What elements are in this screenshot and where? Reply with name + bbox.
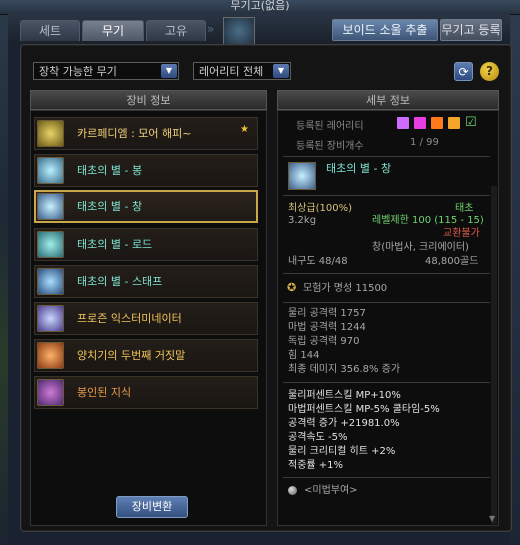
scroll-down-arrow-icon[interactable]: ▼	[489, 514, 495, 523]
item-name: 봉인된 지식	[77, 386, 132, 399]
option-line: 마법퍼센트스킬 MP-5% 쿨타임-5%	[288, 404, 440, 415]
double-arrow-icon: »	[207, 22, 215, 36]
registered-count-label: 등록된 장비개수	[296, 141, 364, 152]
chevron-down-icon: ▼	[273, 64, 289, 78]
divider	[283, 273, 490, 274]
armory-register-button[interactable]: 무기고 등록	[440, 19, 502, 41]
registered-rarity-label: 등록된 레어리티	[296, 121, 364, 132]
item-class: 창(마법사, 크리에이터)	[372, 242, 469, 253]
rod-icon	[37, 231, 64, 258]
frozen-weapon-icon	[37, 305, 64, 332]
stat-line: 독립 공격력 970	[288, 336, 360, 347]
level-limit: 레벨제한 100 (115 - 15)	[372, 215, 484, 226]
item-grade: 최상급(100%)	[288, 203, 352, 214]
list-item[interactable]: 태초의 별 - 스태프	[34, 265, 258, 298]
adventurer-fame: 모험가 명성 11500	[303, 283, 388, 294]
list-item[interactable]: 봉인된 지식	[34, 376, 258, 409]
fame-icon: ✪	[287, 281, 297, 294]
tab-unique[interactable]: 고유	[146, 20, 206, 41]
option-line: 물리퍼센트스킬 MP+10%	[288, 390, 401, 401]
price: 48,800골드	[425, 256, 479, 267]
void-soul-extract-button[interactable]: 보이드 소울 추출	[332, 19, 438, 41]
item-name: 양치기의 두번째 거짓말	[77, 349, 186, 362]
stat-line: 힘 144	[288, 350, 320, 361]
item-name: 프로즌 익스터미네이터	[77, 312, 182, 325]
star-icon: ★	[240, 124, 249, 135]
sword-icon	[37, 120, 64, 147]
option-line: 공격력 증가 +21981.0%	[288, 418, 400, 429]
item-name: 태초의 별 - 봉	[77, 164, 143, 177]
stat-line: 최종 데미지 356.8% 증가	[288, 364, 401, 375]
detail-scrollbar[interactable]	[491, 186, 497, 524]
divider	[283, 195, 490, 196]
option-line: 공격속도 -5%	[288, 432, 348, 443]
rarity-filter-dropdown[interactable]: 레어리티 전체 ▼	[193, 62, 291, 80]
item-name: 태초의 별 - 스태프	[77, 275, 163, 288]
enchant-slot: <미법부여>	[304, 485, 358, 496]
rarity-swatch	[431, 117, 443, 129]
spear-icon	[37, 193, 64, 220]
rarity-filter-value: 레어리티 전체	[199, 65, 264, 78]
staff-icon	[37, 268, 64, 295]
rarity-swatch	[414, 117, 426, 129]
item-name: 태초의 별 - 로드	[77, 238, 153, 251]
equip-filter-dropdown[interactable]: 장착 가능한 무기 ▼	[33, 62, 179, 80]
weapon-slot-icon[interactable]	[223, 17, 255, 45]
list-item-selected[interactable]: 태초의 별 - 창	[34, 190, 258, 223]
option-line: 적중률 +1%	[288, 460, 344, 471]
refresh-button[interactable]: ⟳	[454, 62, 473, 81]
window-title: 무기고(없음)	[230, 0, 290, 12]
item-name: 태초의 별 - 창	[77, 200, 143, 213]
equipment-info-header: 장비 정보	[30, 90, 267, 110]
rarity-swatch	[448, 117, 460, 129]
chevron-down-icon: ▼	[161, 64, 177, 78]
list-item[interactable]: 태초의 별 - 봉	[34, 154, 258, 187]
equip-filter-value: 장착 가능한 무기	[39, 65, 117, 78]
tab-set[interactable]: 세트	[20, 20, 80, 41]
option-line: 물리 크리티컬 히트 +2%	[288, 446, 396, 457]
help-button[interactable]: ?	[480, 62, 499, 81]
rarity-swatch	[397, 117, 409, 129]
durability: 내구도 48/48	[288, 256, 348, 267]
divider	[283, 156, 490, 157]
list-item[interactable]: 양치기의 두번째 거짓말	[34, 339, 258, 372]
tab-weapon[interactable]: 무기	[82, 20, 144, 41]
background-left-strip	[0, 0, 8, 545]
question-icon: ?	[486, 64, 493, 78]
list-item[interactable]: 프로즌 익스터미네이터	[34, 302, 258, 335]
stat-line: 마법 공격력 1244	[288, 322, 366, 333]
staff-icon	[37, 157, 64, 184]
enchant-orb-icon	[288, 486, 297, 495]
item-weight: 3.2kg	[288, 215, 317, 226]
item-name: 카르페디엠 : 모어 해피~	[77, 127, 192, 140]
shepherd-weapon-icon	[37, 342, 64, 369]
list-item[interactable]: 카르페디엠 : 모어 해피~ ★	[34, 117, 258, 150]
registered-count: 1 / 99	[410, 137, 439, 148]
detail-item-name: 태초의 별 - 창	[326, 162, 392, 175]
divider	[283, 477, 490, 478]
equipment-convert-button[interactable]: 장비변환	[116, 496, 188, 518]
refresh-icon: ⟳	[458, 65, 469, 79]
divider	[283, 302, 490, 303]
trade-status: 교환불가	[443, 228, 480, 239]
book-icon	[37, 379, 64, 406]
check-icon: ☑	[465, 115, 477, 130]
list-item[interactable]: 태초의 별 - 로드	[34, 228, 258, 261]
stat-line: 물리 공격력 1757	[288, 308, 366, 319]
divider	[283, 382, 490, 383]
item-rarity-text: 태초	[455, 203, 474, 214]
detail-info-header: 세부 정보	[277, 90, 499, 110]
spear-icon	[288, 162, 316, 190]
